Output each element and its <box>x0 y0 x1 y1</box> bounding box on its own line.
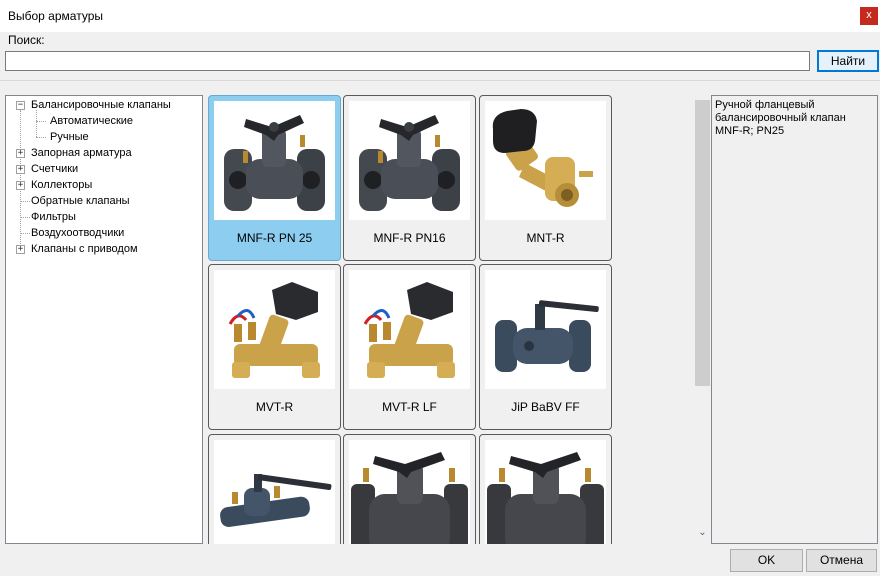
large-flanged-valve-icon <box>485 440 606 544</box>
product-card-mnt-r[interactable]: MNT-R <box>479 95 612 261</box>
tree-item-label: Автоматические <box>50 115 134 127</box>
tree-item-meters[interactable]: + Счетчики <box>6 161 202 177</box>
large-flanged-valve-icon <box>349 440 470 544</box>
product-card-jip-babv-ff[interactable]: JiP BaBV FF <box>479 264 612 430</box>
tree-item-actuated-valves[interactable]: + Клапаны с приводом <box>6 241 202 257</box>
collapse-icon[interactable]: − <box>16 101 25 110</box>
welded-ball-valve-icon <box>214 440 335 544</box>
product-card-8[interactable] <box>343 434 476 544</box>
tree-item-automatic[interactable]: Автоматические <box>6 113 202 129</box>
cancel-button[interactable]: Отмена <box>806 549 877 572</box>
tree-item-label: Фильтры <box>31 211 76 223</box>
search-input[interactable] <box>5 51 810 71</box>
tree-item-label: Воздухоотводчики <box>31 227 125 239</box>
product-card-mnf-r-pn25[interactable]: MNF-R PN 25 <box>208 95 341 261</box>
tree-item-label: Балансировочные клапаны <box>31 99 171 111</box>
find-button[interactable]: Найти <box>817 50 879 72</box>
scrollbar-thumb[interactable] <box>695 100 710 386</box>
product-image <box>349 440 470 544</box>
product-label: MNF-R PN 25 <box>236 231 313 245</box>
product-image <box>214 101 335 220</box>
tree-item-manual[interactable]: Ручные <box>6 129 202 145</box>
brass-threaded-valve-icon <box>485 101 606 220</box>
product-image <box>214 440 335 544</box>
product-image <box>485 440 606 544</box>
search-label: Поиск: <box>8 33 45 47</box>
product-image <box>349 270 470 389</box>
expand-icon[interactable]: + <box>16 181 25 190</box>
tree-item-label: Обратные клапаны <box>31 195 130 207</box>
scroll-down-icon[interactable]: ⌄ <box>697 527 708 539</box>
product-image <box>485 270 606 389</box>
tree-item-label: Клапаны с приводом <box>31 243 138 255</box>
tree-item-check-valves[interactable]: Обратные клапаны <box>6 193 202 209</box>
ok-button[interactable]: OK <box>730 549 803 572</box>
product-label: MNT-R <box>526 231 565 245</box>
tree-item-label: Ручные <box>50 131 89 143</box>
tree-item-label: Счетчики <box>31 163 79 175</box>
expand-icon[interactable]: + <box>16 165 25 174</box>
separator <box>0 80 880 81</box>
tree-item-balancing-valves[interactable]: − Балансировочные клапаны <box>6 97 202 113</box>
flanged-balancing-valve-icon <box>349 101 470 220</box>
product-card-9[interactable] <box>479 434 612 544</box>
product-card-mvt-r[interactable]: MVT-R <box>208 264 341 430</box>
tree-item-label: Запорная арматура <box>31 147 132 159</box>
gallery-scrollbar[interactable]: ⌄ <box>694 95 711 544</box>
ball-valve-flanged-icon <box>485 270 606 389</box>
product-card-mnf-r-pn16[interactable]: MNF-R PN16 <box>343 95 476 261</box>
close-button[interactable]: x <box>860 7 878 25</box>
category-tree[interactable]: − Балансировочные клапаны Автоматические… <box>5 95 203 544</box>
expand-icon[interactable]: + <box>16 149 25 158</box>
product-label: MVT-R LF <box>382 400 437 414</box>
tree-item-filters[interactable]: Фильтры <box>6 209 202 225</box>
product-image <box>214 270 335 389</box>
brass-balancing-valve-icon <box>214 270 335 389</box>
window-title: Выбор арматуры <box>8 9 103 23</box>
brass-balancing-valve-icon <box>349 270 470 389</box>
title-bar: Выбор арматуры x <box>0 0 880 32</box>
product-card-7[interactable] <box>208 434 341 544</box>
product-description: Ручной фланцевый балансировочный клапан … <box>711 95 878 544</box>
product-image <box>485 101 606 220</box>
product-label: MNF-R PN16 <box>373 231 446 245</box>
tree-item-label: Коллекторы <box>31 179 93 191</box>
product-gallery[interactable]: MNF-R PN 25 MNF-R PN16 MNT-R MVT-R MVT-R… <box>205 95 710 544</box>
tree-item-shutoff-valves[interactable]: + Запорная арматура <box>6 145 202 161</box>
product-image <box>349 101 470 220</box>
flanged-balancing-valve-icon <box>214 101 335 220</box>
product-card-mvt-r-lf[interactable]: MVT-R LF <box>343 264 476 430</box>
expand-icon[interactable]: + <box>16 245 25 254</box>
product-label: JiP BaBV FF <box>511 400 580 414</box>
product-label: MVT-R <box>255 400 294 414</box>
tree-item-manifolds[interactable]: + Коллекторы <box>6 177 202 193</box>
tree-item-air-vents[interactable]: Воздухоотводчики <box>6 225 202 241</box>
